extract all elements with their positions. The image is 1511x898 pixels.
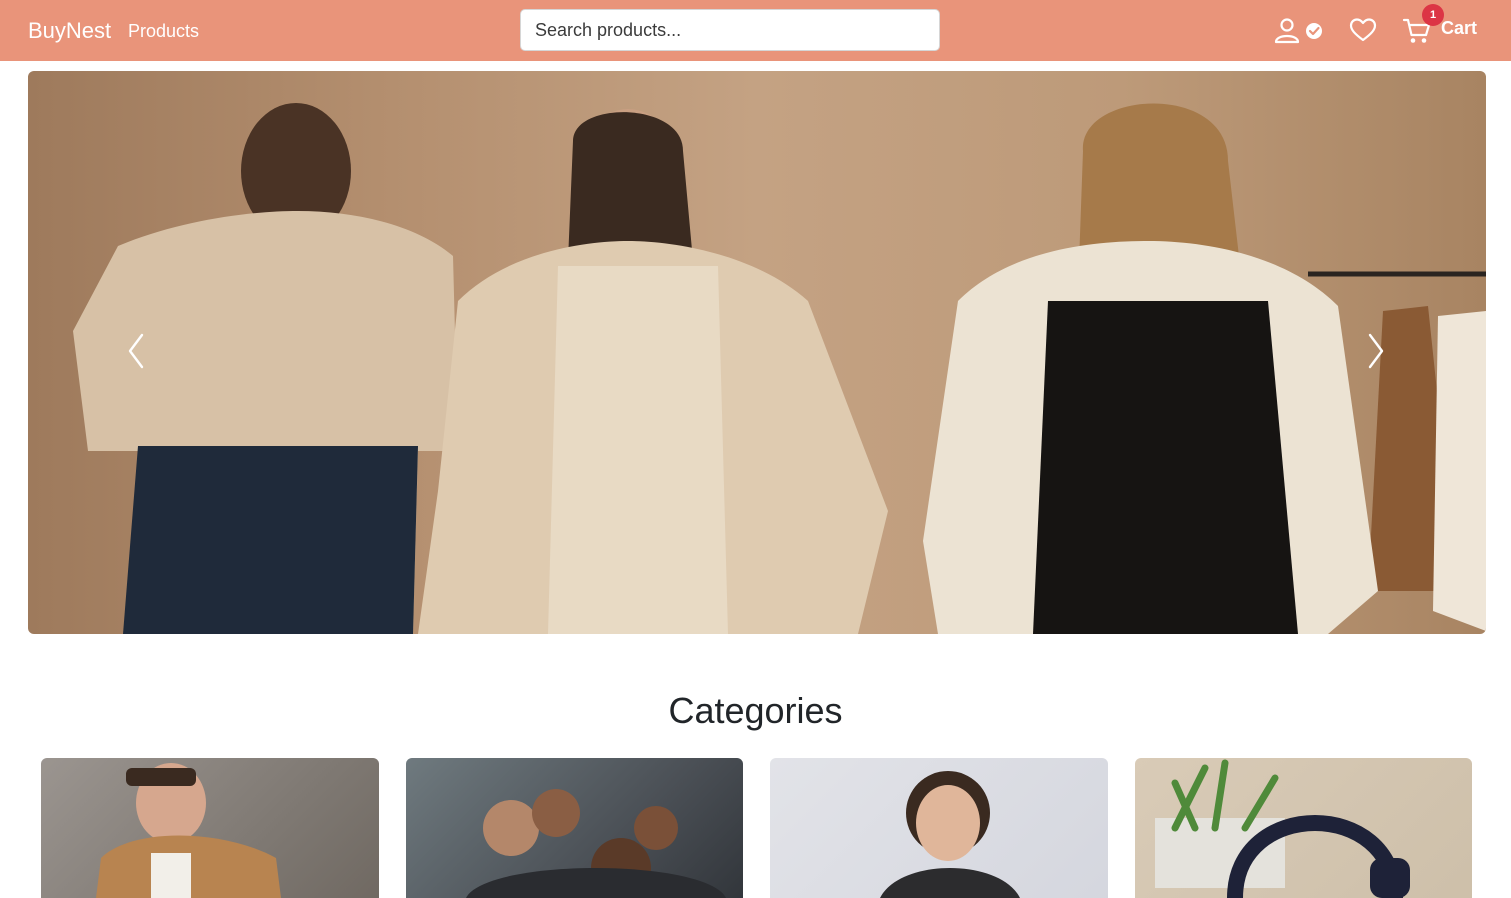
carousel-prev-button[interactable] [106,321,166,381]
category-card-men[interactable] [41,758,379,898]
hero-carousel [28,71,1486,634]
user-verified-icon [1274,18,1322,44]
category-card-women[interactable] [406,758,743,898]
nav-products-link[interactable]: Products [128,19,199,43]
category-image-men [96,763,281,898]
category-card-electronics[interactable] [1135,758,1472,898]
category-image-kids [880,771,1020,898]
cart-button[interactable]: 1 Cart [1402,4,1482,46]
carousel-next-button[interactable] [1346,321,1406,381]
category-card-kids[interactable] [770,758,1108,898]
category-image-women [466,789,726,898]
search-input[interactable] [520,9,940,51]
category-image-electronics [1155,759,1410,898]
wishlist-button[interactable] [1349,17,1377,43]
chevron-right-icon [1368,333,1384,369]
brand-logo[interactable]: BuyNest [28,16,111,46]
heart-icon [1349,18,1377,42]
top-navbar: BuyNest Products 1 Cart [0,0,1511,61]
account-button[interactable] [1274,18,1326,44]
chevron-left-icon [128,333,144,369]
categories-heading: Categories [668,690,843,731]
hero-banner-image [73,103,1486,634]
cart-label: Cart [1441,18,1478,38]
